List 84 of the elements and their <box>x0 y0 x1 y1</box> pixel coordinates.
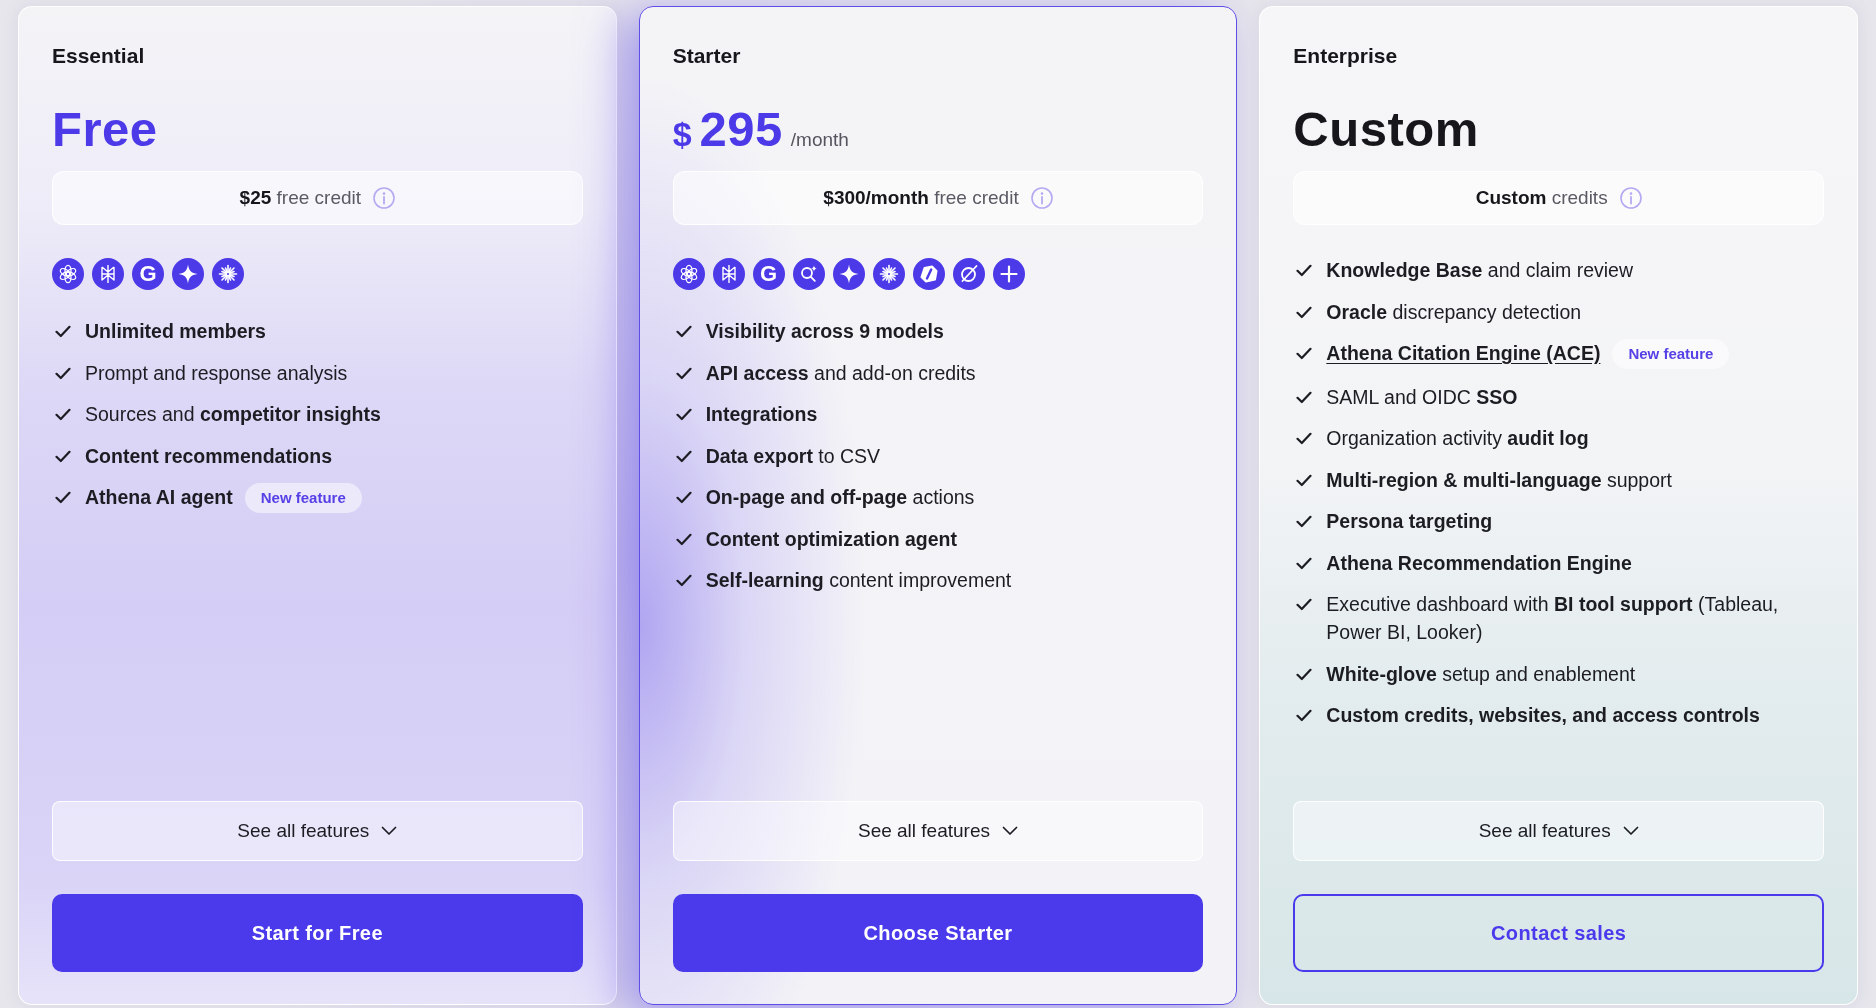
check-icon <box>675 408 692 421</box>
check-icon <box>1296 390 1313 404</box>
check-icon <box>55 325 71 338</box>
feature-tag: New feature <box>1612 339 1730 369</box>
letter-logo: G <box>752 258 785 290</box>
see-all-features-button[interactable]: See all features <box>672 801 1204 861</box>
feature-text: Executive dashboard with BI tool support (Tableau, Power BI, Looker) <box>1326 592 1780 645</box>
price-amount: 295 <box>699 101 783 157</box>
credit-text: $25 free credit <box>239 187 362 209</box>
check-icon <box>675 449 692 463</box>
feature-text: Content optimization agent <box>705 526 957 552</box>
feature-text: Knowledge Base and claim review <box>1326 258 1633 283</box>
feature-text: Athena Recommendation Engine <box>1326 550 1632 576</box>
info-icon[interactable] <box>1619 187 1642 209</box>
sparkle-icon <box>172 258 204 290</box>
chevron-down-icon <box>1002 826 1018 836</box>
check-icon <box>55 366 71 380</box>
info-icon[interactable] <box>1030 187 1053 209</box>
feature-tag: New feature <box>244 483 362 513</box>
check-icon <box>1296 347 1313 360</box>
chevron-down-icon <box>381 826 398 836</box>
plan-action-button[interactable]: Choose Starter <box>672 894 1204 972</box>
feature-text: Sources and competitor insights <box>85 402 381 427</box>
check-icon <box>675 325 692 338</box>
check-icon <box>1296 264 1313 277</box>
feature-text: Data export to CSV <box>705 443 881 469</box>
check-icon <box>55 491 71 504</box>
burst-icon <box>212 258 244 290</box>
plan-name: Essential <box>52 43 145 69</box>
feature-text: Unlimited members <box>85 319 266 344</box>
plan-name: Enterprise <box>1293 43 1398 69</box>
price-amount: Custom <box>1293 101 1479 157</box>
check-icon <box>1296 432 1313 445</box>
feature-text: Oracle discrepancy detection <box>1326 299 1582 325</box>
plan-action-button[interactable]: Start for Free <box>52 894 583 972</box>
see-all-features-button[interactable]: See all features <box>52 801 583 861</box>
feature-text: Prompt and response analysis <box>85 360 348 386</box>
feature-text: Visibility across 9 models <box>705 319 944 344</box>
burst-icon <box>872 258 905 290</box>
feature-text: Content recommendations <box>85 443 333 469</box>
feature-text: Self-learning content improvement <box>705 568 1012 593</box>
price-period: /month <box>790 129 849 151</box>
check-icon <box>1296 598 1313 611</box>
feature-text: API access and add-on credits <box>705 360 976 386</box>
credit-text: $300/month free credit <box>823 187 1019 209</box>
currency-symbol: $ <box>672 115 692 154</box>
book-icon <box>92 258 124 290</box>
feature-text: Multi-region & multi-language support <box>1326 467 1672 493</box>
flower-icon <box>52 258 84 290</box>
check-icon <box>55 408 71 421</box>
feature-text: On-page and off-page actions <box>705 485 975 510</box>
check-icon <box>55 449 71 463</box>
info-icon[interactable] <box>373 187 396 209</box>
credit-text: Custom credits <box>1475 187 1608 209</box>
plan-action-button[interactable]: Contact sales <box>1293 894 1824 972</box>
see-all-features-button[interactable]: See all features <box>1293 801 1824 861</box>
check-icon <box>675 532 692 546</box>
flower-icon <box>672 258 705 290</box>
check-icon <box>1296 515 1313 528</box>
sparkle-icon <box>832 258 865 290</box>
check-icon <box>1296 305 1313 319</box>
check-icon <box>1296 473 1313 487</box>
feature-text: Persona targeting <box>1326 509 1493 534</box>
feature-link[interactable]: Athena Citation Engine (ACE) <box>1326 339 1601 367</box>
feature-text: Athena AI agent <box>85 485 233 510</box>
check-icon <box>675 491 692 504</box>
feature-text: White-glove setup and enablement <box>1326 661 1636 687</box>
letter-logo: G <box>132 258 164 290</box>
check-icon <box>675 574 692 587</box>
book-icon <box>712 258 745 290</box>
check-icon <box>1296 556 1313 570</box>
chevron-down-icon <box>1622 826 1639 836</box>
feature-text: Integrations <box>705 402 818 427</box>
check-icon <box>675 366 692 380</box>
price-amount: Free <box>52 101 158 157</box>
feature-text: SAML and OIDC SSO <box>1326 384 1518 410</box>
check-icon <box>1296 667 1313 681</box>
slashed-circle-icon <box>952 258 985 290</box>
feature-text: Organization activity audit log <box>1326 426 1589 451</box>
plan-name: Starter <box>672 43 741 69</box>
check-icon <box>1296 709 1313 722</box>
feature-text: Custom credits, websites, and access controls <box>1326 703 1760 728</box>
search-sparkle-icon <box>792 258 825 290</box>
plus-icon <box>992 258 1025 290</box>
